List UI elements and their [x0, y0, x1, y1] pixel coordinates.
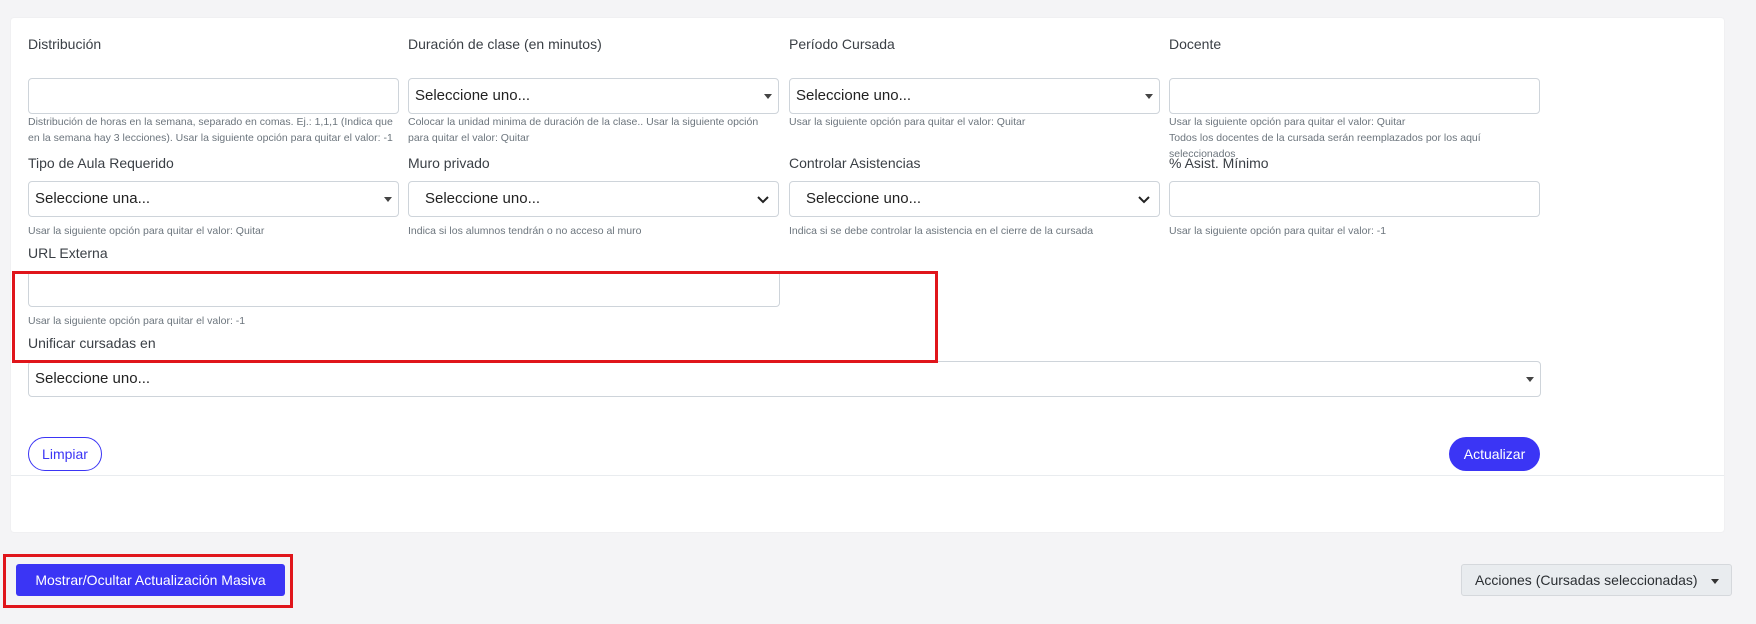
muro-privado-help: Indica si los alumnos tendrán o no acces…	[408, 225, 642, 237]
muro-privado-selected: Seleccione uno...	[425, 190, 541, 207]
chevron-down-icon	[1138, 196, 1150, 204]
controlar-asistencias-help: Indica si se debe controlar la asistenci…	[789, 225, 1094, 237]
chevron-down-icon	[757, 196, 769, 204]
caret-down-icon	[384, 197, 392, 202]
duracion-help: Colocar la unidad minima de duración de …	[408, 116, 759, 144]
asist-minimo-input[interactable]	[1169, 181, 1540, 217]
mostrar-ocultar-button[interactable]: Mostrar/Ocultar Actualización Masiva	[16, 564, 285, 596]
duracion-selected: Seleccione uno...	[415, 87, 531, 104]
distribucion-help: Distribución de horas en la semana, sepa…	[28, 116, 393, 144]
periodo-label: Período Cursada	[789, 36, 895, 52]
periodo-select[interactable]: Seleccione uno...	[789, 78, 1160, 114]
controlar-asistencias-label: Controlar Asistencias	[789, 155, 921, 171]
acciones-dropdown[interactable]: Acciones (Cursadas seleccionadas)	[1461, 564, 1732, 596]
url-externa-label: URL Externa	[28, 245, 108, 261]
distribucion-input[interactable]	[28, 78, 399, 114]
caret-down-icon	[1711, 579, 1719, 584]
tipo-aula-label: Tipo de Aula Requerido	[28, 155, 174, 171]
muro-privado-select[interactable]: Seleccione uno...	[408, 181, 779, 217]
limpiar-button[interactable]: Limpiar	[28, 437, 102, 471]
duracion-select[interactable]: Seleccione uno...	[408, 78, 779, 114]
distribucion-label: Distribución	[28, 36, 102, 52]
caret-down-icon	[1145, 94, 1153, 99]
asist-minimo-label: % Asist. Mínimo	[1169, 155, 1269, 171]
url-externa-highlight	[12, 271, 938, 363]
asist-minimo-help: Usar la siguiente opción para quitar el …	[1169, 225, 1387, 237]
periodo-help: Usar la siguiente opción para quitar el …	[789, 116, 1026, 128]
actualizar-button[interactable]: Actualizar	[1449, 437, 1540, 471]
duracion-label: Duración de clase (en minutos)	[408, 36, 602, 52]
docente-help-line1: Usar la siguiente opción para quitar el …	[1169, 116, 1406, 128]
controlar-asistencias-select[interactable]: Seleccione uno...	[789, 181, 1160, 217]
periodo-selected: Seleccione uno...	[796, 87, 912, 104]
tipo-aula-selected: Seleccione una...	[35, 190, 151, 207]
acciones-label: Acciones (Cursadas seleccionadas)	[1475, 572, 1698, 588]
controlar-asistencias-selected: Seleccione uno...	[806, 190, 922, 207]
docente-label: Docente	[1169, 36, 1222, 52]
muro-privado-label: Muro privado	[408, 155, 490, 171]
unificar-selected: Seleccione uno...	[35, 370, 151, 387]
unificar-select[interactable]: Seleccione uno...	[28, 361, 1541, 397]
caret-down-icon	[764, 94, 772, 99]
footer-divider	[11, 475, 1724, 476]
caret-down-icon	[1526, 377, 1534, 382]
tipo-aula-help: Usar la siguiente opción para quitar el …	[28, 225, 265, 237]
tipo-aula-select[interactable]: Seleccione una...	[28, 181, 399, 217]
docente-input[interactable]	[1169, 78, 1540, 114]
